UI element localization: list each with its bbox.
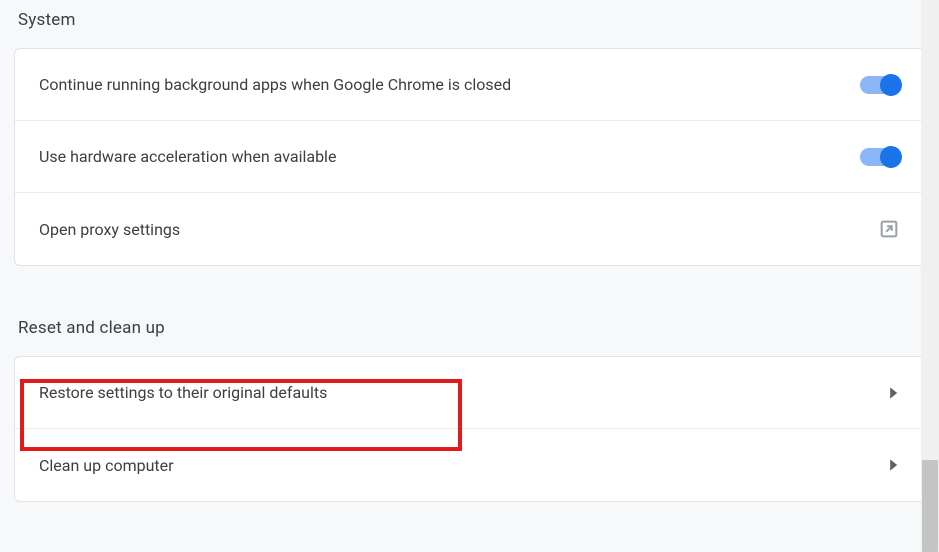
row-label: Use hardware acceleration when available [39,147,336,166]
reset-card: Restore settings to their original defau… [14,356,925,502]
row-open-proxy[interactable]: Open proxy settings [15,193,924,265]
caret-right-icon [886,386,900,400]
row-label: Continue running background apps when Go… [39,75,511,94]
row-label: Clean up computer [39,456,174,475]
row-background-apps[interactable]: Continue running background apps when Go… [15,49,924,121]
scrollbar-thumb[interactable] [922,460,938,552]
row-label: Restore settings to their original defau… [39,383,327,402]
external-link-icon [878,218,900,240]
row-hardware-accel[interactable]: Use hardware acceleration when available [15,121,924,193]
scrollbar-track[interactable] [921,0,939,552]
row-clean-up[interactable]: Clean up computer [15,429,924,501]
system-card: Continue running background apps when Go… [14,48,925,266]
section-title-system: System [14,0,925,48]
toggle-background-apps[interactable] [860,76,900,94]
row-restore-defaults[interactable]: Restore settings to their original defau… [15,357,924,429]
toggle-hardware-accel[interactable] [860,148,900,166]
section-title-reset: Reset and clean up [14,308,925,356]
row-label: Open proxy settings [39,220,180,239]
caret-right-icon [886,458,900,472]
